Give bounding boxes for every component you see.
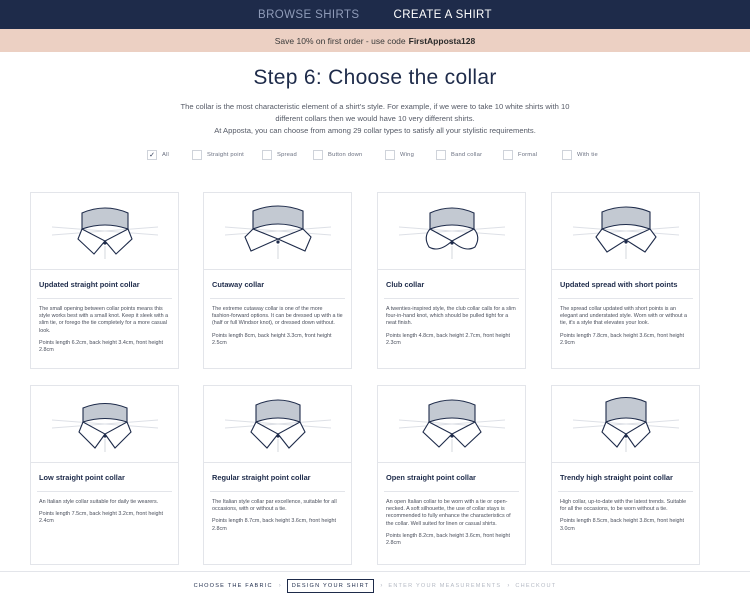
collar-thumbnail — [378, 386, 525, 463]
low-straight-point-collar-icon — [51, 402, 158, 452]
promo-banner: Save 10% on first order - use code First… — [0, 29, 750, 52]
filter-formal[interactable]: Formal — [503, 150, 537, 160]
collar-measurements: Points length 8.5cm, back height 3.8cm, … — [560, 518, 685, 532]
collar-measurements: Points length 7.8cm, back height 3.6cm, … — [560, 332, 685, 346]
intro-line-3: At Apposta, you can choose from among 29… — [214, 126, 536, 136]
step-separator-icon: › — [507, 583, 510, 589]
collar-card-cutaway[interactable]: Cutaway collar The extreme cutaway colla… — [203, 192, 352, 369]
nav-browse-shirts[interactable]: BROWSE SHIRTS — [258, 9, 359, 21]
step-design-shirt[interactable]: DESIGN YOUR SHIRT — [286, 579, 375, 593]
collar-thumbnail — [552, 193, 699, 270]
step-choose-fabric[interactable]: CHOOSE THE FABRIC — [194, 583, 273, 589]
collar-description: The spread collar updated with short poi… — [560, 306, 687, 327]
page-title: Step 6: Choose the collar — [253, 66, 497, 89]
collar-title: Low straight point collar — [39, 473, 125, 482]
collar-thumbnail — [378, 193, 525, 270]
collar-description: The small opening between collar points … — [39, 306, 169, 334]
open-straight-point-collar-icon — [398, 399, 505, 452]
cutaway-collar-icon — [224, 205, 331, 259]
collar-card-open-straight-point[interactable]: Open straight point collar An open Itali… — [377, 385, 526, 565]
filter-label: Straight point — [207, 152, 244, 158]
filter-band-collar[interactable]: Band collar — [436, 150, 482, 160]
collar-measurements: Points length 8cm, back height 3.3cm, fr… — [212, 332, 332, 346]
collar-card-updated-spread[interactable]: Updated spread with short points The spr… — [551, 192, 700, 369]
promo-code: FirstApposta128 — [408, 35, 476, 46]
collar-thumbnail — [31, 193, 178, 270]
step-separator-icon: › — [380, 583, 383, 589]
collar-description: An open Italian collar to be worn with a… — [386, 499, 511, 527]
collar-thumbnail — [204, 386, 351, 463]
filter-checkbox[interactable] — [262, 150, 272, 160]
filter-with-tie[interactable]: With tie — [562, 150, 598, 160]
step-enter-measurements: ENTER YOUR MEASUREMENTS — [388, 583, 502, 589]
filter-label: Band collar — [451, 152, 483, 158]
collar-filter-bar: ✓ All Straight point Spread Button down … — [0, 150, 750, 164]
step-separator-icon: › — [278, 583, 281, 589]
collar-description: An Italian style collar suitable for dai… — [39, 499, 159, 505]
filter-label: All — [162, 152, 170, 158]
collar-thumbnail — [31, 386, 178, 463]
collar-title: Cutaway collar — [212, 280, 265, 289]
high-straight-point-collar-icon — [572, 396, 679, 452]
collar-description: High collar, up-to-date with the latest … — [560, 499, 687, 513]
collar-card-updated-straight-point[interactable]: Updated straight point collar The small … — [30, 192, 179, 369]
filter-straight-point[interactable]: Straight point — [192, 150, 244, 160]
filter-wing[interactable]: Wing — [385, 150, 414, 160]
collar-title: Open straight point collar — [386, 473, 476, 482]
collar-card-club[interactable]: Club collar A twenties-inspired style, t… — [377, 192, 526, 369]
filter-spread[interactable]: Spread — [262, 150, 297, 160]
collar-title: Updated straight point collar — [39, 280, 140, 289]
collar-measurements: Points length 6.2cm, back height 3.4cm, … — [39, 339, 164, 354]
filter-label: Wing — [400, 152, 415, 158]
regular-straight-point-collar-icon — [224, 399, 331, 452]
filter-checkbox[interactable] — [385, 150, 395, 160]
filter-checkbox[interactable] — [503, 150, 513, 160]
checkout-progress-bar: CHOOSE THE FABRIC › DESIGN YOUR SHIRT › … — [0, 571, 750, 600]
filter-button-down[interactable]: Button down — [313, 150, 362, 160]
collar-card-trendy-high-straight-point[interactable]: Trendy high straight point collar High c… — [551, 385, 700, 565]
filter-label: Formal — [518, 152, 538, 158]
club-collar-icon — [398, 207, 505, 259]
collar-description: The Italian style collar par excellence,… — [212, 499, 337, 513]
collar-title: Regular straight point collar — [212, 473, 311, 482]
spread-collar-icon — [572, 206, 679, 259]
filter-label: Button down — [328, 152, 363, 158]
filter-checkbox[interactable] — [436, 150, 446, 160]
nav-create-shirt[interactable]: CREATE A SHIRT — [394, 9, 492, 21]
intro-text: The collar is the most characteristic el… — [140, 101, 610, 138]
collar-title: Club collar — [386, 280, 425, 289]
collar-thumbnail — [552, 386, 699, 463]
top-navigation: BROWSE SHIRTS CREATE A SHIRT — [0, 0, 750, 29]
intro-line-1: The collar is the most characteristic el… — [180, 102, 570, 111]
filter-checkbox[interactable] — [313, 150, 323, 160]
filter-checkbox[interactable] — [192, 150, 202, 160]
filter-label: Spread — [277, 152, 297, 158]
collar-description: The extreme cutaway collar is one of the… — [212, 306, 343, 327]
filter-label: With tie — [577, 152, 598, 158]
collar-measurements: Points length 4.8cm, back height 2.7cm, … — [386, 332, 511, 346]
promo-text: Save 10% on first order - use code — [274, 35, 406, 46]
collar-measurements: Points length 8.2cm, back height 3.6cm, … — [386, 532, 511, 547]
collar-title: Trendy high straight point collar — [560, 473, 673, 482]
step-checkout: CHECKOUT — [515, 583, 557, 589]
collar-measurements: Points length 7.5cm, back height 3.2cm, … — [39, 511, 164, 525]
collar-description: A twenties-inspired style, the club coll… — [386, 306, 516, 327]
collar-title: Updated spread with short points — [560, 280, 678, 289]
filter-checkbox[interactable]: ✓ — [147, 150, 157, 160]
straight-point-collar-icon — [51, 207, 158, 259]
collar-thumbnail — [204, 193, 351, 270]
collar-card-regular-straight-point[interactable]: Regular straight point collar The Italia… — [203, 385, 352, 565]
filter-checkbox[interactable] — [562, 150, 572, 160]
intro-line-2: different collars then we would have 10 … — [275, 114, 475, 124]
collar-card-low-straight-point[interactable]: Low straight point collar An Italian sty… — [30, 385, 179, 565]
filter-all[interactable]: ✓ All — [147, 150, 169, 160]
collar-measurements: Points length 8.7cm, back height 3.6cm, … — [212, 518, 337, 532]
